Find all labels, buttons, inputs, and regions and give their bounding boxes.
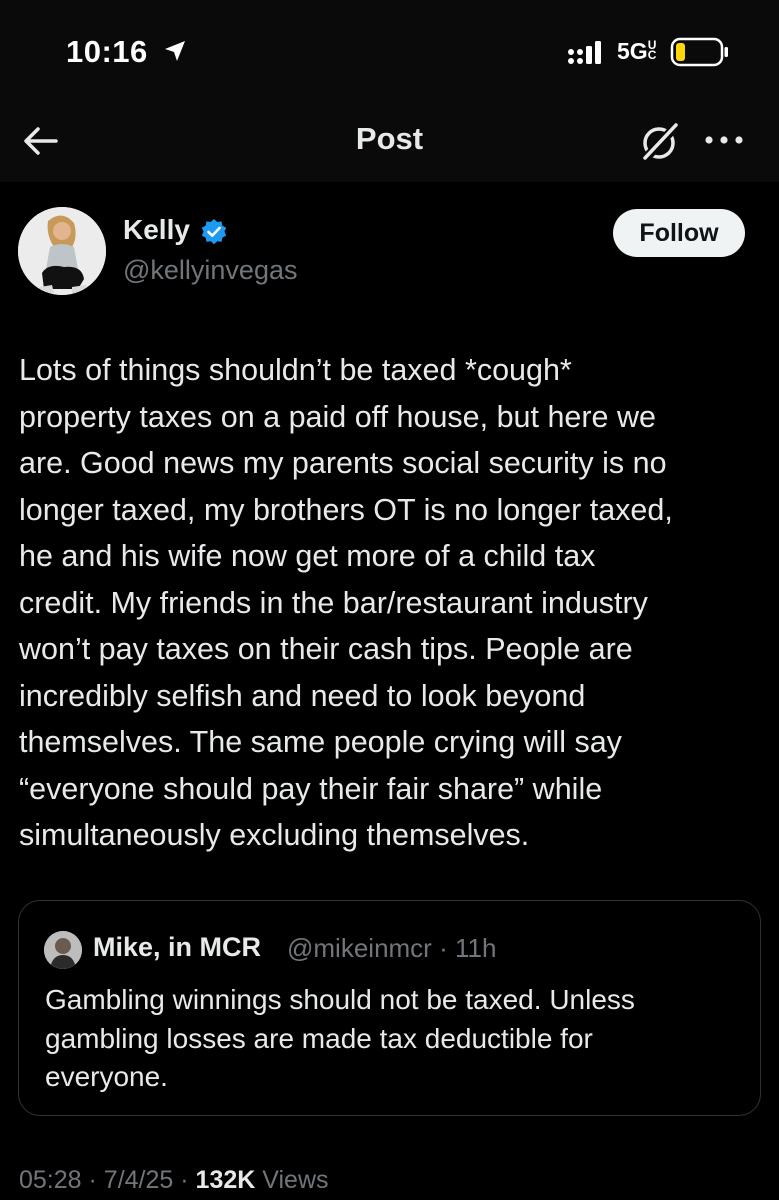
post-text-line: won’t pay taxes on their cash tips. Peop… — [19, 632, 633, 666]
location-arrow-icon — [165, 41, 185, 61]
signal-icon — [568, 41, 601, 64]
post-text-line: “everyone should pay their fair share” w… — [19, 771, 603, 806]
post-text: Lots of things shouldn’t be taxed *cough… — [19, 347, 764, 859]
views-count[interactable]: 132K — [196, 1166, 256, 1194]
handle[interactable]: @kellyinvegas — [123, 255, 298, 286]
battery-icon — [670, 37, 728, 67]
post-date: 7/4/25 — [103, 1166, 174, 1194]
top-navigation-bar: Post — [0, 100, 779, 182]
quote-text-line: Gambling winnings should not be taxed. U… — [45, 984, 635, 1015]
quoted-post-card[interactable]: Mike, in MCR @mikeinmcr · 11h Gambling w… — [18, 900, 761, 1116]
quote-avatar — [44, 931, 82, 969]
quote-text: Gambling winnings should not be taxed. U… — [45, 981, 725, 1097]
grok-icon[interactable] — [636, 118, 684, 166]
display-name[interactable]: Kelly — [123, 214, 190, 246]
views-label[interactable]: Views — [262, 1166, 328, 1194]
quote-avatar-photo — [44, 931, 82, 969]
quote-display-name: Mike, in MCR — [93, 932, 262, 962]
more-icon[interactable] — [702, 128, 746, 152]
post-text-line: property taxes on a paid off house, but … — [19, 399, 656, 434]
status-time: 10:16 — [66, 34, 148, 69]
status-bar: 10:16 5GUC — [0, 0, 779, 100]
avatar-photo — [18, 207, 106, 295]
post-text-line: are. Good news my parents social securit… — [19, 446, 667, 480]
verified-badge-icon — [201, 219, 227, 245]
post-text-line: Lots of things shouldn’t be taxed *cough… — [19, 353, 572, 387]
post-text-line: he and his wife now get more of a child … — [19, 539, 596, 573]
post-text-line: longer taxed, my brothers OT is no longe… — [19, 492, 673, 527]
quote-text-line: gambling losses are made tax deductible … — [45, 1022, 593, 1054]
avatar[interactable] — [18, 207, 106, 295]
quote-text-line: everyone. — [45, 1061, 168, 1092]
quote-handle-time: @mikeinmcr · 11h — [287, 933, 497, 963]
follow-button[interactable]: Follow — [613, 209, 745, 257]
post-text-line: themselves. The same people crying will … — [19, 725, 622, 759]
post-metadata: 05:28 · 7/4/25 · 132K Views — [19, 1166, 329, 1194]
post-text-line: credit. My friends in the bar/restaurant… — [19, 585, 648, 620]
post-text-line: incredibly selfish and need to look beyo… — [19, 678, 586, 713]
post-time: 05:28 — [19, 1166, 82, 1194]
network-label: 5GUC — [617, 38, 657, 64]
post-text-line: simultaneously excluding themselves. — [19, 818, 530, 852]
